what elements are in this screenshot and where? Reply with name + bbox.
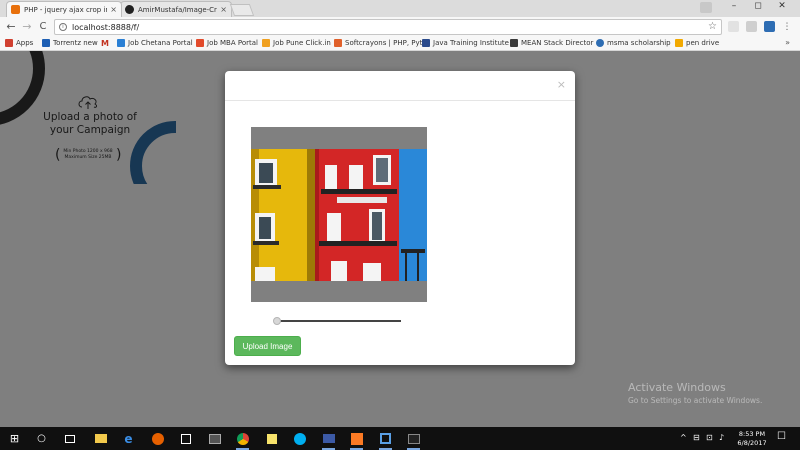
site-icon	[510, 39, 518, 47]
bookmark-label: Torrentz new	[53, 39, 98, 47]
building-photo	[251, 149, 427, 281]
network-icon[interactable]: ⊟	[693, 433, 700, 442]
bookmark-apps[interactable]: Apps	[5, 39, 33, 47]
minimize-button[interactable]: –	[722, 1, 746, 11]
system-clock[interactable]: 8:53 PM 6/8/2017	[736, 430, 768, 448]
tab-title: AmirMustafa/Image-Cro	[138, 5, 218, 14]
crop-preview-image[interactable]	[251, 149, 427, 281]
bookmark-label: msma scholarship	[607, 39, 671, 47]
bookmark-job-chetana[interactable]: Job Chetana Portal	[117, 39, 193, 47]
torrentz-icon	[42, 39, 50, 47]
site-icon	[117, 39, 125, 47]
bookmark-softcrayons[interactable]: Softcrayons | PHP, Pyt	[334, 39, 422, 47]
notification-icon[interactable]: ☐	[777, 431, 786, 442]
site-icon	[675, 39, 683, 47]
bookmark-gmail[interactable]: M	[101, 39, 109, 48]
bookmarks-bar: Apps Torrentz new M Job Chetana Portal J…	[0, 37, 800, 51]
bookmark-label: Job Pune Click.in	[273, 39, 331, 47]
bookmark-label: Apps	[16, 39, 34, 47]
crop-area[interactable]	[251, 127, 427, 302]
apps-grid-icon	[5, 39, 13, 47]
activate-windows-watermark: Activate Windows Go to Settings to activ…	[628, 381, 762, 405]
watermark-title: Activate Windows	[628, 381, 726, 394]
skype-icon[interactable]	[292, 431, 307, 446]
bookmark-label: Job Chetana Portal	[128, 39, 193, 47]
modal-header: ×	[225, 71, 575, 101]
address-text: localhost:8888/f/	[72, 22, 140, 32]
bookmark-label: Softcrayons | PHP, Pyt	[345, 39, 423, 47]
app-icon[interactable]	[321, 431, 336, 450]
tray-overflow-icon[interactable]: ^	[680, 433, 687, 442]
edge-icon[interactable]: e	[121, 431, 136, 446]
bookmarks-overflow-icon[interactable]: »	[785, 38, 790, 47]
tab-close-icon[interactable]: ×	[110, 5, 117, 14]
bookmark-label: Java Training Institute	[433, 39, 509, 47]
volume-icon[interactable]: ♪	[719, 433, 724, 442]
site-icon	[196, 39, 204, 47]
bookmark-job-mba[interactable]: Job MBA Portal	[196, 39, 258, 47]
forward-icon[interactable]: →	[20, 20, 34, 34]
bookmark-mean-stack[interactable]: MEAN Stack Director	[510, 39, 593, 47]
firefox-icon[interactable]	[150, 431, 165, 446]
upload-image-button[interactable]: Upload Image	[234, 336, 301, 356]
back-icon[interactable]: ←	[4, 20, 18, 34]
reload-icon[interactable]: C	[36, 20, 50, 34]
crop-modal: × Upload Image	[225, 71, 575, 365]
clock-date: 6/8/2017	[737, 439, 767, 447]
app-icon[interactable]	[207, 431, 222, 446]
tab-github[interactable]: AmirMustafa/Image-Cro ×	[120, 1, 232, 17]
new-tab-button[interactable]	[229, 4, 255, 16]
bookmark-pen-drive[interactable]: pen drive	[675, 39, 719, 47]
battery-icon[interactable]: ⊡	[706, 433, 713, 442]
bookmark-msma[interactable]: msma scholarship	[596, 39, 671, 47]
tab-php-crop[interactable]: PHP - jquery ajax crop im ×	[6, 1, 122, 17]
tab-title: PHP - jquery ajax crop im	[24, 5, 108, 14]
zoom-slider-handle[interactable]	[273, 317, 281, 325]
site-icon	[596, 39, 604, 47]
site-icon	[334, 39, 342, 47]
bookmark-label: Job MBA Portal	[207, 39, 258, 47]
page-viewport: Upload a photo of your Campaign ( Min Ph…	[0, 51, 800, 427]
app-icon[interactable]	[378, 431, 393, 450]
site-icon	[262, 39, 270, 47]
maximize-button[interactable]: ◻	[746, 1, 770, 11]
xampp-icon[interactable]	[349, 431, 364, 450]
task-view-icon[interactable]	[62, 431, 77, 446]
bookmark-star-icon[interactable]: ☆	[708, 21, 717, 32]
clock-time: 8:53 PM	[738, 430, 766, 438]
search-icon[interactable]: ○	[34, 431, 49, 446]
bookmark-job-pune[interactable]: Job Pune Click.in	[262, 39, 331, 47]
close-window-button[interactable]: ✕	[770, 1, 794, 11]
extension-icon[interactable]	[764, 21, 775, 32]
github-favicon-icon	[125, 5, 134, 14]
close-icon[interactable]: ×	[557, 78, 566, 91]
info-icon[interactable]: i	[59, 23, 67, 31]
php-favicon-icon	[11, 5, 20, 14]
start-icon[interactable]: ⊞	[7, 431, 22, 446]
gmail-icon: M	[101, 39, 109, 48]
tab-strip: PHP - jquery ajax crop im × AmirMustafa/…	[0, 0, 800, 17]
file-explorer-icon[interactable]	[93, 431, 108, 446]
tab-close-icon[interactable]: ×	[220, 5, 227, 14]
store-icon[interactable]	[178, 431, 193, 446]
bookmark-label: MEAN Stack Director	[521, 39, 594, 47]
extension-icon[interactable]	[728, 21, 739, 32]
terminal-icon[interactable]	[406, 431, 421, 450]
zoom-slider[interactable]	[273, 317, 401, 325]
watermark-subtitle: Go to Settings to activate Windows.	[628, 396, 763, 405]
extension-icon[interactable]	[746, 21, 757, 32]
bookmark-label: pen drive	[686, 39, 720, 47]
windows-taskbar: ⊞ ○ e ^ ⊟ ⊡ ♪ 8:53 PM 6/8/2017 ☐	[0, 427, 800, 450]
bookmark-java-training[interactable]: Java Training Institute	[422, 39, 509, 47]
browser-toolbar: ← → C i localhost:8888/f/ ☆ ⋮	[0, 17, 800, 37]
bookmark-torrentz[interactable]: Torrentz new	[42, 39, 98, 47]
zoom-slider-track[interactable]	[277, 320, 401, 322]
sticky-notes-icon[interactable]	[264, 431, 279, 446]
chrome-icon[interactable]	[235, 431, 250, 450]
site-icon	[422, 39, 430, 47]
menu-icon[interactable]: ⋮	[780, 20, 794, 34]
address-bar[interactable]: i localhost:8888/f/ ☆	[54, 19, 722, 35]
profile-icon[interactable]	[700, 2, 712, 13]
